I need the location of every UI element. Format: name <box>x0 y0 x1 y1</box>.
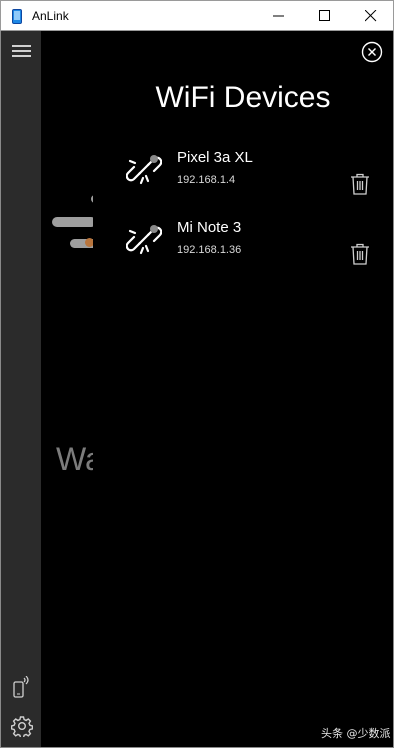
device-list-item[interactable]: Mi Note 3 192.168.1.36 <box>113 219 383 279</box>
delete-trash-icon[interactable] <box>350 243 370 265</box>
delete-trash-icon[interactable] <box>350 173 370 195</box>
phone-connection-icon[interactable] <box>13 676 31 698</box>
minimize-icon <box>273 15 284 17</box>
panel-title: WiFi Devices <box>155 81 331 114</box>
hamburger-menu-icon[interactable] <box>12 44 31 58</box>
app-phone-icon <box>12 9 22 24</box>
device-ip: 192.168.1.4 <box>177 174 236 186</box>
minimize-button[interactable] <box>256 1 302 31</box>
background-slider-track <box>52 217 93 227</box>
close-panel-icon[interactable] <box>361 41 383 63</box>
link-icon <box>126 155 162 185</box>
background-status-text: Wa <box>56 441 93 477</box>
window-title: AnLink <box>32 9 69 23</box>
settings-gear-icon[interactable] <box>11 715 33 737</box>
maximize-button[interactable] <box>302 1 348 31</box>
navigation-rail <box>1 31 41 747</box>
watermark-text: 头条 @少数派 <box>321 727 391 740</box>
close-window-button[interactable] <box>348 1 394 31</box>
device-list-item[interactable]: Pixel 3a XL 192.168.1.4 <box>113 149 383 209</box>
wifi-devices-panel: WiFi Devices Pixel 3a XL 192.168.1.4 Mi … <box>93 31 393 747</box>
close-icon <box>365 10 377 22</box>
maximize-icon <box>319 10 330 21</box>
device-name: Mi Note 3 <box>177 219 242 236</box>
device-ip: 192.168.1.36 <box>177 244 242 256</box>
link-icon <box>126 225 162 255</box>
window-titlebar: AnLink <box>0 0 394 31</box>
device-name: Pixel 3a XL <box>177 149 253 166</box>
background-page: Wa <box>41 31 93 747</box>
background-slider-knob <box>85 238 93 247</box>
window-border-left <box>0 31 1 748</box>
